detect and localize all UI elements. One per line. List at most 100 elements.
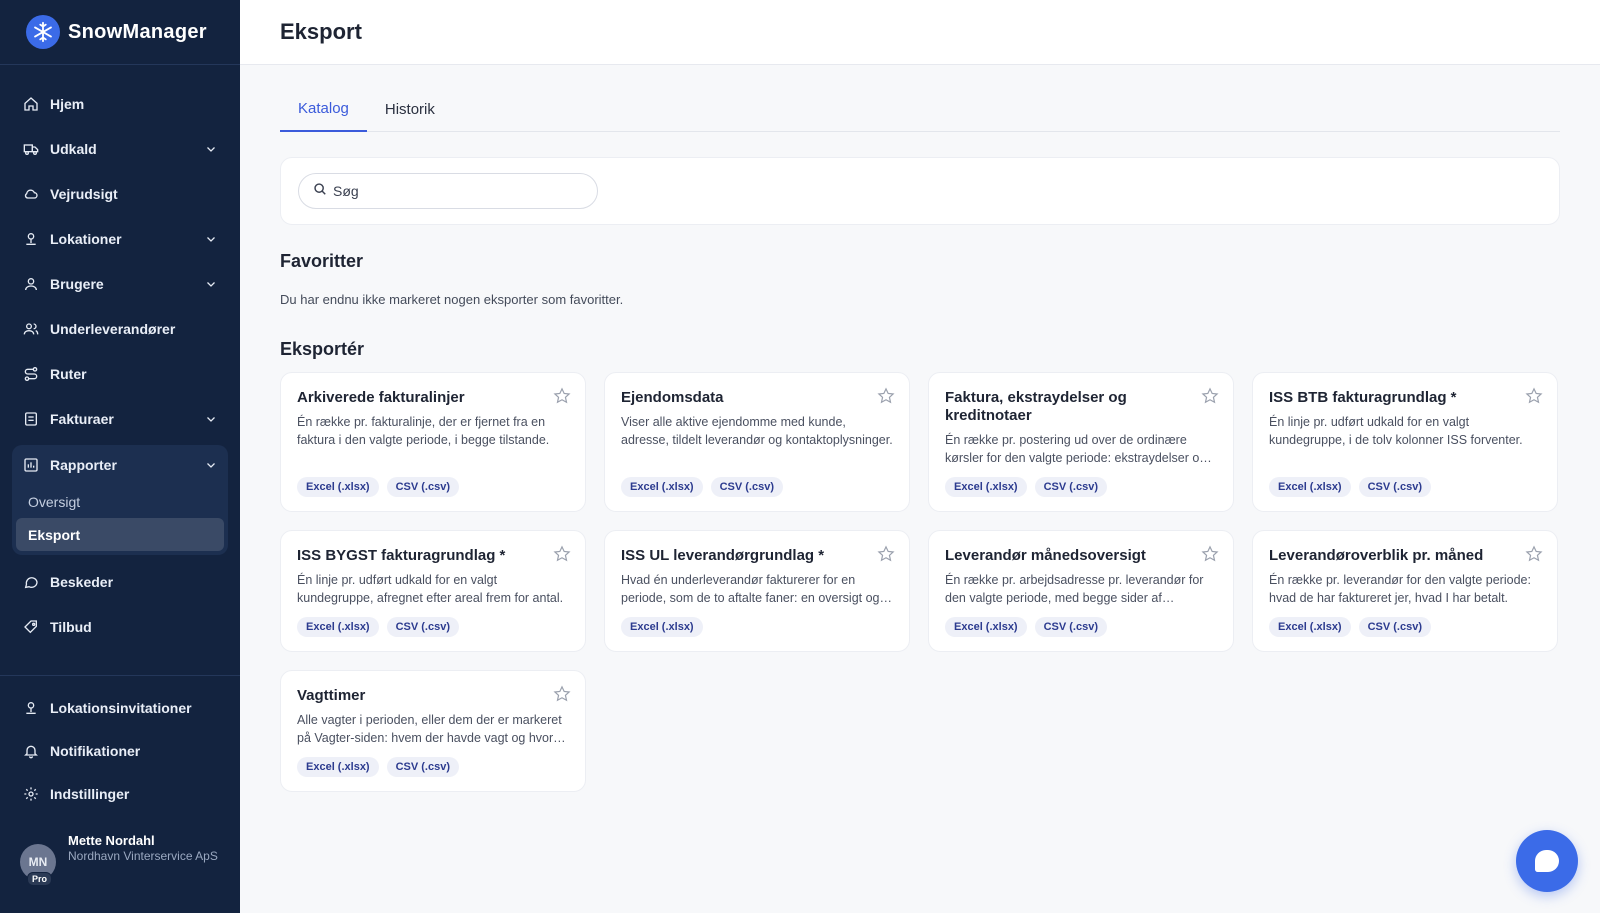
format-tag-csv[interactable]: CSV (.csv)	[1358, 477, 1432, 497]
export-card[interactable]: ISS BTB fakturagrundlag * Én linje pr. u…	[1252, 372, 1558, 512]
page-header: Eksport	[240, 0, 1600, 65]
sidebar-item-brugere[interactable]: Brugere	[0, 261, 240, 306]
brand[interactable]: SnowManager	[0, 0, 240, 65]
export-card[interactable]: Faktura, ekstraydelser og kreditnotaer É…	[928, 372, 1234, 512]
format-tag-csv[interactable]: CSV (.csv)	[386, 757, 460, 777]
export-card-description: Alle vagter i perioden, eller dem der er…	[297, 713, 562, 745]
sidebar-item-ruter[interactable]: Ruter	[0, 351, 240, 396]
chevron-down-icon	[204, 142, 218, 156]
favorite-star-icon[interactable]	[553, 387, 571, 405]
favorites-title: Favoritter	[280, 251, 364, 271]
sidebar-item-label: Lokationer	[50, 230, 122, 247]
favorite-star-icon[interactable]	[553, 545, 571, 563]
favorite-star-icon[interactable]	[877, 545, 895, 563]
favorite-star-icon[interactable]	[1201, 387, 1219, 405]
sidebar-item-label: Beskeder	[50, 573, 114, 590]
format-tag-csv[interactable]: CSV (.csv)	[386, 617, 460, 637]
chat-button[interactable]	[1516, 830, 1578, 892]
export-card-title: ISS UL leverandørgrundlag *	[621, 547, 825, 564]
sidebar-subitem-eksport[interactable]: Eksport	[16, 518, 224, 551]
sidebar-item-hjem[interactable]: Hjem	[0, 81, 240, 126]
format-tag-csv[interactable]: CSV (.csv)	[1358, 617, 1432, 637]
gear-icon	[22, 785, 40, 803]
export-card[interactable]: Vagttimer Alle vagter i perioden, eller …	[280, 670, 586, 792]
export-card-description: Én linje pr. udført udkald for en valgt …	[1269, 415, 1523, 447]
favorite-star-icon[interactable]	[553, 685, 571, 703]
sidebar-item-tilbud[interactable]: Tilbud	[0, 604, 240, 649]
chat-bubble-icon	[1535, 850, 1559, 872]
export-card-title: Leverandøroverblik pr. måned	[1269, 547, 1484, 564]
format-tag-xlsx[interactable]: Excel (.xlsx)	[621, 477, 703, 497]
export-card[interactable]: Leverandør månedsoversigt Én række pr. a…	[928, 530, 1234, 652]
sidebar-item-rapporter[interactable]: Rapporter	[12, 445, 228, 485]
export-card[interactable]: ISS UL leverandørgrundlag * Hvad én unde…	[604, 530, 910, 652]
export-card-description: Én række pr. fakturalinje, der er fjerne…	[297, 415, 550, 447]
avatar-initials: MN	[28, 855, 48, 869]
sidebar-item-fakturaer[interactable]: Fakturaer	[0, 396, 240, 441]
route-icon	[22, 365, 40, 383]
format-tag-xlsx[interactable]: Excel (.xlsx)	[1269, 617, 1351, 637]
format-tag-csv[interactable]: CSV (.csv)	[1034, 477, 1108, 497]
format-tag-xlsx[interactable]: Excel (.xlsx)	[297, 757, 379, 777]
format-tag-xlsx[interactable]: Excel (.xlsx)	[945, 617, 1027, 637]
search-icon	[313, 182, 327, 201]
sidebar-item-vejrudsigt[interactable]: Vejrudsigt	[0, 171, 240, 216]
chevron-down-icon	[204, 277, 218, 291]
favorite-star-icon[interactable]	[1525, 387, 1543, 405]
format-tag-csv[interactable]: CSV (.csv)	[1034, 617, 1108, 637]
sidebar-item-lokationer[interactable]: Lokationer	[0, 216, 240, 261]
export-card-title: Leverandør månedsoversigt	[945, 547, 1146, 564]
location-invite-icon	[22, 699, 40, 717]
user-name: Mette Nordahl	[68, 833, 155, 848]
sidebar-item-lokationsinvitationer[interactable]: Lokationsinvitationer	[0, 686, 240, 729]
format-tag-xlsx[interactable]: Excel (.xlsx)	[945, 477, 1027, 497]
sidebar-item-label: Udkald	[50, 140, 97, 157]
format-tag-xlsx[interactable]: Excel (.xlsx)	[1269, 477, 1351, 497]
plan-badge: Pro	[27, 872, 53, 886]
sidebar: SnowManager Hjem Udkald Vejrudsigt Lokat…	[0, 0, 240, 913]
sidebar-item-label: Indstillinger	[50, 785, 130, 802]
format-tags: Excel (.xlsx) CSV (.csv)	[945, 477, 1108, 497]
sidebar-divider	[0, 675, 240, 676]
search-box[interactable]	[298, 173, 598, 209]
sidebar-item-label: Lokationsinvitationer	[50, 699, 192, 716]
offer-icon	[22, 618, 40, 636]
export-card[interactable]: Ejendomsdata Viser alle aktive ejendomme…	[604, 372, 910, 512]
format-tags: Excel (.xlsx) CSV (.csv)	[297, 617, 460, 637]
export-card-description: Én linje pr. udført udkald for en valgt …	[297, 573, 564, 605]
sidebar-item-indstillinger[interactable]: Indstillinger	[0, 772, 240, 815]
sidebar-item-udkald[interactable]: Udkald	[0, 126, 240, 171]
favorite-star-icon[interactable]	[877, 387, 895, 405]
format-tag-xlsx[interactable]: Excel (.xlsx)	[297, 617, 379, 637]
sidebar-item-label: Fakturaer	[50, 410, 114, 427]
tab-historik[interactable]: Historik	[367, 101, 453, 131]
sidebar-item-underleverandorer[interactable]: Underleverandører	[0, 306, 240, 351]
search-card	[280, 157, 1560, 225]
export-card[interactable]: Arkiverede fakturalinjer Én række pr. fa…	[280, 372, 586, 512]
sidebar-item-label: Underleverandører	[50, 320, 176, 337]
format-tag-xlsx[interactable]: Excel (.xlsx)	[621, 617, 703, 637]
export-card[interactable]: Leverandøroverblik pr. måned Én række pr…	[1252, 530, 1558, 652]
favorite-star-icon[interactable]	[1525, 545, 1543, 563]
export-card-title: ISS BYGST fakturagrundlag *	[297, 547, 506, 564]
export-card-description: Én række pr. arbejdsadresse pr. leverand…	[945, 573, 1204, 605]
format-tag-csv[interactable]: CSV (.csv)	[386, 477, 460, 497]
format-tags: Excel (.xlsx) CSV (.csv)	[297, 477, 460, 497]
bottom-nav: Lokationsinvitationer Notifikationer Ind…	[0, 686, 240, 815]
chevron-down-icon	[204, 458, 218, 472]
sidebar-item-label: Rapporter	[50, 457, 117, 473]
sidebar-item-notifikationer[interactable]: Notifikationer	[0, 729, 240, 772]
format-tag-xlsx[interactable]: Excel (.xlsx)	[297, 477, 379, 497]
cloud-icon	[22, 185, 40, 203]
brand-name: SnowManager	[68, 20, 207, 43]
format-tag-csv[interactable]: CSV (.csv)	[710, 477, 784, 497]
favorite-star-icon[interactable]	[1201, 545, 1219, 563]
sidebar-item-beskeder[interactable]: Beskeder	[0, 559, 240, 604]
export-card[interactable]: ISS BYGST fakturagrundlag * Én linje pr.…	[280, 530, 586, 652]
tab-katalog[interactable]: Katalog	[280, 100, 367, 132]
search-input[interactable]	[333, 183, 583, 199]
export-card-description: Viser alle aktive ejendomme med kunde, a…	[621, 415, 893, 447]
export-card-title: Arkiverede fakturalinjer	[297, 389, 465, 406]
user-profile[interactable]: MN Pro Mette Nordahl Nordhavn Vinterserv…	[20, 833, 218, 886]
sidebar-subitem-oversigt[interactable]: Oversigt	[16, 485, 224, 518]
